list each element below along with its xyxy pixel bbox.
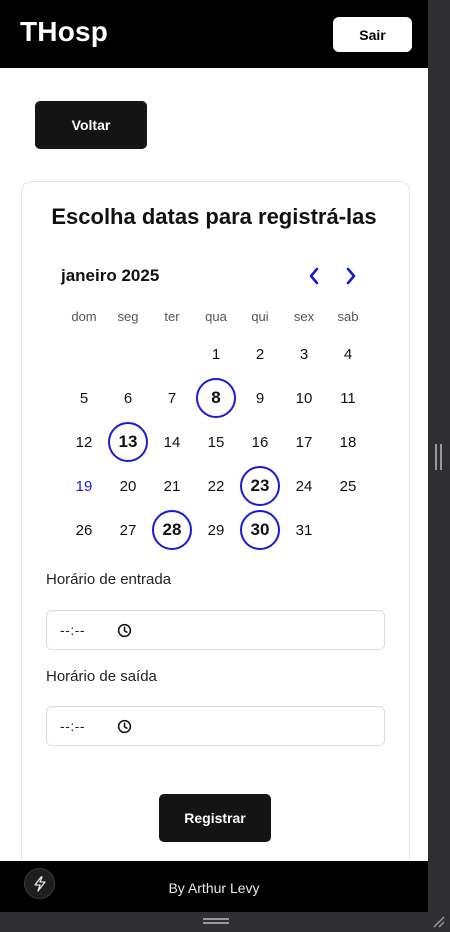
weekday-label: seg (117, 309, 139, 324)
calendar-month-label: janeiro 2025 (61, 266, 160, 285)
brand-logo: THosp (20, 16, 109, 47)
clock-icon[interactable] (117, 623, 132, 638)
footer-credit: By Arthur Levy (168, 880, 260, 896)
calendar-day[interactable]: 18 (328, 422, 368, 462)
app-viewport: THosp Sair Voltar Escolha datas para reg… (0, 0, 428, 912)
calendar-day[interactable]: 4 (328, 334, 368, 374)
calendar-day[interactable]: 10 (284, 378, 324, 418)
calendar-day[interactable]: 24 (284, 466, 324, 506)
back-button[interactable]: Voltar (35, 101, 147, 149)
calendar-day[interactable]: 11 (328, 378, 368, 418)
calendar-day[interactable]: 13 (108, 422, 148, 462)
exit-time-value: --:-- (60, 718, 86, 734)
calendar-day[interactable]: 15 (196, 422, 236, 462)
weekday-label: ter (164, 309, 180, 324)
weekday-label: sab (337, 309, 359, 324)
next-month-button[interactable] (340, 265, 362, 287)
calendar-day[interactable]: 17 (284, 422, 324, 462)
weekday-label: dom (71, 309, 97, 324)
calendar-day[interactable]: 7 (152, 378, 192, 418)
logout-button[interactable]: Sair (333, 17, 412, 52)
calendar-day[interactable]: 14 (152, 422, 192, 462)
previous-month-button[interactable] (303, 265, 325, 287)
calendar-day[interactable]: 25 (328, 466, 368, 506)
chevron-right-icon (346, 267, 356, 285)
resize-grip-icon[interactable] (431, 914, 445, 928)
calendar-day[interactable]: 2 (240, 334, 280, 374)
chevron-left-icon (309, 267, 319, 285)
weekday-label: qua (205, 309, 227, 324)
calendar-day[interactable]: 21 (152, 466, 192, 506)
calendar-day[interactable]: 5 (64, 378, 104, 418)
calendar-day[interactable]: 20 (108, 466, 148, 506)
exit-time-input[interactable]: --:-- (46, 706, 385, 746)
calendar-day[interactable]: 22 (196, 466, 236, 506)
entry-time-label: Horário de entrada (46, 571, 172, 588)
calendar-day[interactable]: 26 (64, 510, 104, 550)
calendar-day[interactable]: 8 (196, 378, 236, 418)
weekday-label: sex (293, 309, 315, 324)
calendar-day[interactable]: 9 (240, 378, 280, 418)
calendar-day[interactable]: 19 (64, 466, 104, 506)
calendar-day[interactable]: 16 (240, 422, 280, 462)
resize-handle-icon[interactable] (203, 918, 229, 924)
app-header: THosp Sair (0, 0, 428, 68)
calendar-day[interactable]: 1 (196, 334, 236, 374)
app-footer: By Arthur Levy (0, 861, 428, 912)
page-title: Escolha datas para registrá-las (51, 204, 377, 229)
calendar-day[interactable]: 12 (64, 422, 104, 462)
entry-time-value: --:-- (60, 622, 86, 638)
clock-icon[interactable] (117, 719, 132, 734)
entry-time-input[interactable]: --:-- (46, 610, 385, 650)
exit-time-label: Horário de saída (46, 668, 157, 685)
resize-handle-icon[interactable] (435, 444, 442, 470)
calendar-day[interactable]: 29 (196, 510, 236, 550)
calendar-day[interactable]: 30 (240, 510, 280, 550)
calendar-day[interactable]: 27 (108, 510, 148, 550)
calendar-day[interactable]: 28 (152, 510, 192, 550)
calendar-day[interactable]: 23 (240, 466, 280, 506)
calendar-day[interactable]: 6 (108, 378, 148, 418)
register-button[interactable]: Registrar (159, 794, 271, 842)
calendar-day[interactable]: 3 (284, 334, 324, 374)
weekday-label: qui (251, 309, 269, 324)
calendar-day[interactable]: 31 (284, 510, 324, 550)
